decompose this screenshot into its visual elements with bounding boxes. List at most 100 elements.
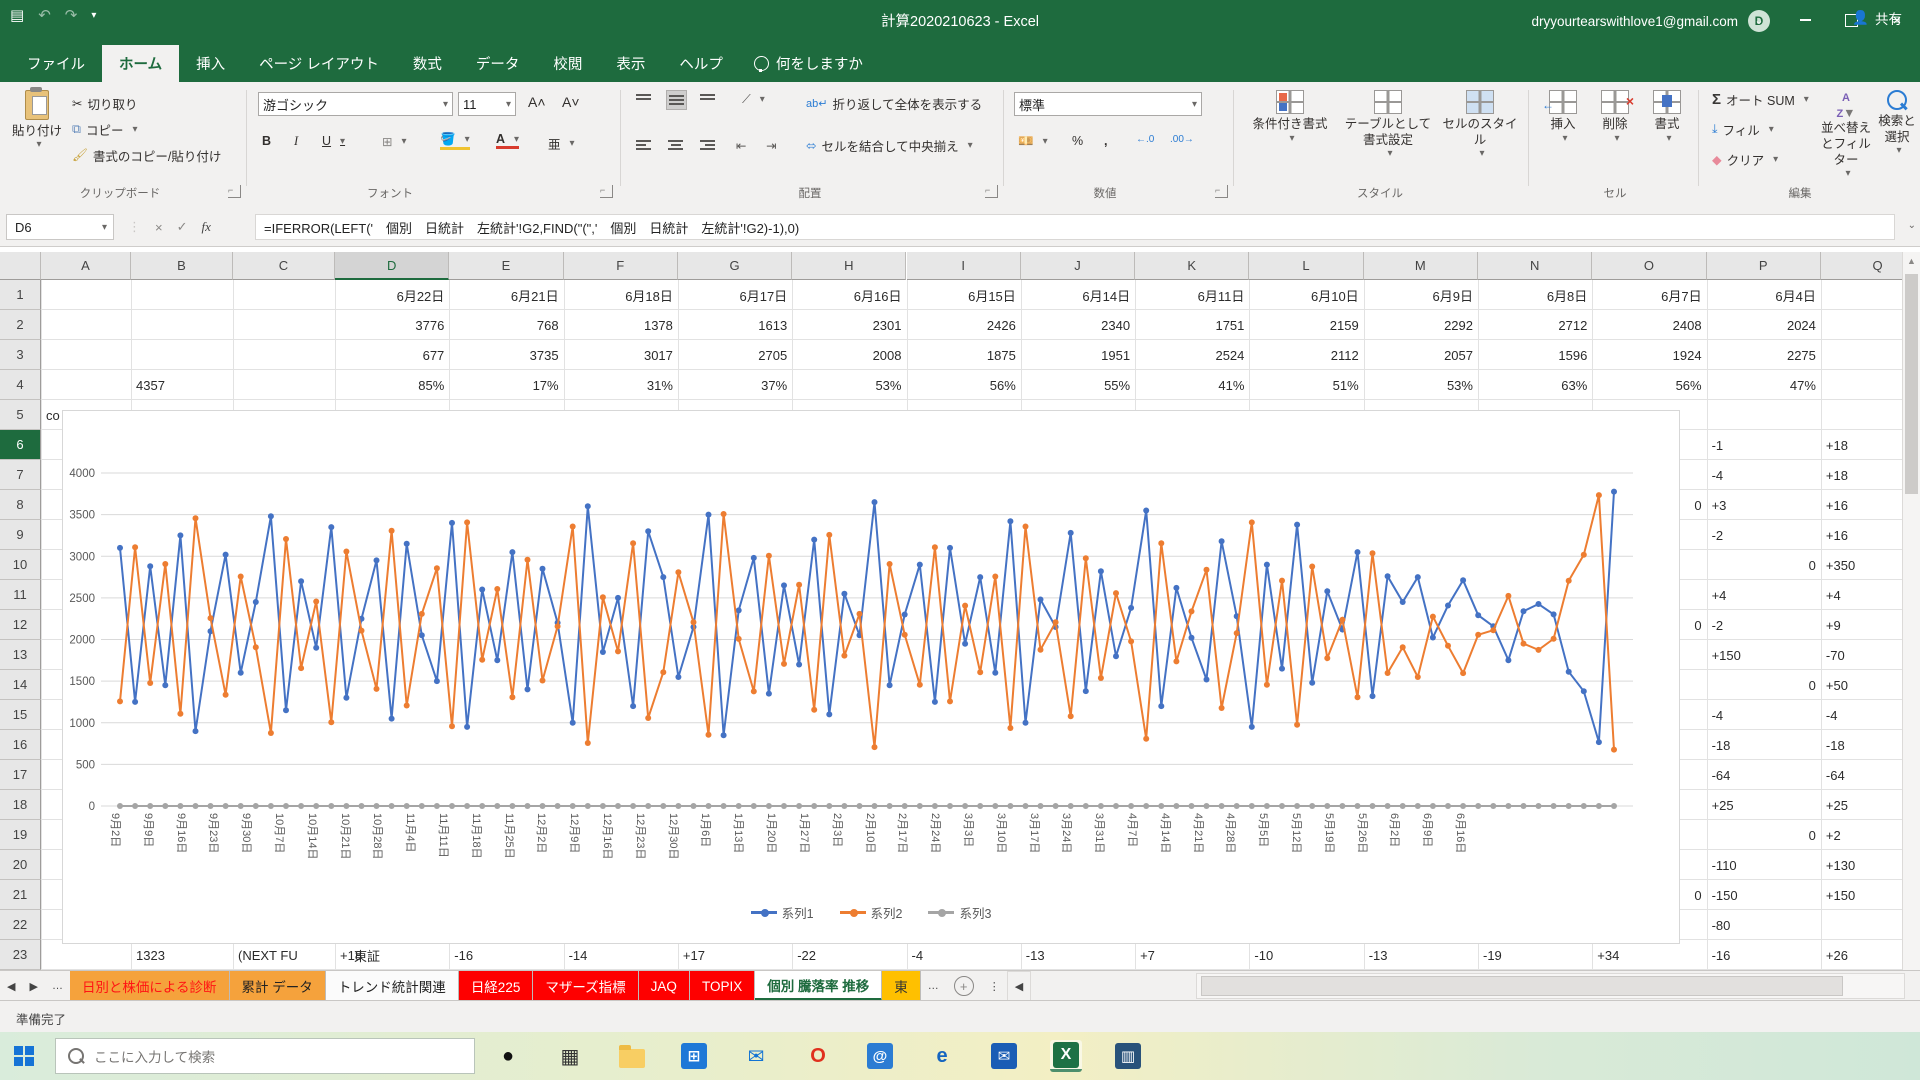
edge-icon[interactable]: e xyxy=(926,1040,958,1072)
ribbon-tab-ホーム[interactable]: ホーム xyxy=(102,45,179,82)
cell-p[interactable]: -110 xyxy=(1707,850,1821,880)
cell-value[interactable]: 2408 xyxy=(1592,310,1706,340)
minimize-button[interactable] xyxy=(1782,0,1828,40)
font-size-combo[interactable]: 11▾ xyxy=(458,92,516,116)
cell-date[interactable]: 6月18日 xyxy=(564,280,678,310)
column-header-H[interactable]: H xyxy=(792,252,906,280)
cell-value[interactable]: 1751 xyxy=(1135,310,1249,340)
start-button[interactable] xyxy=(14,1046,34,1066)
sheet-overflow-right[interactable]: … xyxy=(921,971,946,1001)
cell-row23[interactable]: -16 xyxy=(1707,940,1821,970)
column-header-L[interactable]: L xyxy=(1249,252,1363,280)
cell-date[interactable]: 6月10日 xyxy=(1249,280,1363,310)
cell-value[interactable]: 3735 xyxy=(449,340,563,370)
cell-p[interactable]: -18 xyxy=(1707,730,1821,760)
cell-date[interactable]: 6月22日 xyxy=(335,280,449,310)
sheet-tab-日経225[interactable]: 日経225 xyxy=(459,971,534,1001)
opera-icon[interactable]: O xyxy=(802,1040,834,1072)
cut-button[interactable]: ✂切り取り xyxy=(72,94,138,113)
cell-value[interactable]: 1924 xyxy=(1592,340,1706,370)
phonetic-button[interactable]: 亜▾ xyxy=(548,134,575,153)
cell-p[interactable]: -4 xyxy=(1707,460,1821,490)
italic-button[interactable]: I xyxy=(294,134,298,149)
select-all-corner[interactable] xyxy=(0,252,41,280)
cell-p[interactable]: -1 xyxy=(1707,430,1821,460)
cell-value[interactable]: 2275 xyxy=(1707,340,1821,370)
row-header-18[interactable]: 18 xyxy=(0,790,41,820)
cell-percent[interactable]: 17% xyxy=(449,370,563,400)
orientation-icon[interactable]: ⟋▾ xyxy=(742,92,765,107)
row-header-14[interactable]: 14 xyxy=(0,670,41,700)
cell-percent[interactable]: 53% xyxy=(792,370,906,400)
excel-icon[interactable]: X xyxy=(1050,1040,1082,1072)
row-header-6[interactable]: 6 xyxy=(0,430,41,460)
format-as-table-button[interactable]: テーブルとして書式設定▾ xyxy=(1340,90,1436,161)
cell-percent[interactable]: 85% xyxy=(335,370,449,400)
ribbon-tab-挿入[interactable]: 挿入 xyxy=(179,45,242,82)
bottom-align-icon[interactable] xyxy=(700,92,715,102)
sheet-overflow-left[interactable]: … xyxy=(45,971,70,1001)
column-header-E[interactable]: E xyxy=(449,252,563,280)
conditional-formatting-button[interactable]: 条件付き書式▾ xyxy=(1246,90,1334,145)
row-header-20[interactable]: 20 xyxy=(0,850,41,880)
column-header-D[interactable]: D xyxy=(335,252,449,280)
column-header-P[interactable]: P xyxy=(1707,252,1821,280)
cell-date[interactable]: 6月17日 xyxy=(678,280,792,310)
ribbon-tab-ファイル[interactable]: ファイル xyxy=(10,45,102,82)
legend-item[interactable]: 系列2 xyxy=(840,903,903,922)
cell-value[interactable]: 2301 xyxy=(792,310,906,340)
cell-value[interactable]: 3776 xyxy=(335,310,449,340)
cell-p[interactable]: 0 xyxy=(1707,670,1821,700)
formula-input[interactable]: =IFERROR(LEFT(' 個別 日統計 左統計'!G2,FIND("(",… xyxy=(255,214,1895,240)
new-sheet-button[interactable]: + xyxy=(954,976,974,996)
format-painter-button[interactable]: 🖌書式のコピー/貼り付け xyxy=(72,146,221,165)
cell-date[interactable]: 6月7日 xyxy=(1592,280,1706,310)
scroll-up-icon[interactable]: ▲ xyxy=(1903,252,1920,270)
sheet-nav-right-icon[interactable]: ▶ xyxy=(22,971,44,1001)
cell-percent[interactable]: 56% xyxy=(907,370,1021,400)
taskbar-search[interactable]: ここに入力して検索 xyxy=(55,1038,475,1074)
cell-p[interactable]: +150 xyxy=(1707,640,1821,670)
row-header-10[interactable]: 10 xyxy=(0,550,41,580)
row-header-13[interactable]: 13 xyxy=(0,640,41,670)
paste-button[interactable]: 貼り付け▾ xyxy=(12,90,62,150)
ribbon-display-options-icon[interactable]: ⌄ xyxy=(1736,0,1782,40)
task-view-icon[interactable]: ▦ xyxy=(554,1040,586,1072)
cell-date[interactable]: 6月8日 xyxy=(1478,280,1592,310)
cell-percent[interactable]: 63% xyxy=(1478,370,1592,400)
ribbon-tab-ヘルプ[interactable]: ヘルプ xyxy=(662,45,740,82)
cell-value[interactable]: 677 xyxy=(335,340,449,370)
ribbon-tab-数式[interactable]: 数式 xyxy=(396,45,459,82)
percent-style-icon[interactable]: % xyxy=(1072,134,1083,148)
copy-button[interactable]: ⧉コピー▾ xyxy=(72,120,137,139)
insert-function-icon[interactable]: fx xyxy=(202,219,211,235)
store-icon[interactable]: ⊞ xyxy=(681,1043,707,1069)
cell-value[interactable]: 2024 xyxy=(1707,310,1821,340)
row-header-17[interactable]: 17 xyxy=(0,760,41,790)
cell-percent[interactable]: 53% xyxy=(1364,370,1478,400)
cell-value[interactable]: 2008 xyxy=(792,340,906,370)
cell-p[interactable]: +3 xyxy=(1707,490,1821,520)
top-align-icon[interactable] xyxy=(636,92,651,102)
row-header-5[interactable]: 5 xyxy=(0,400,41,430)
cell-percent[interactable]: 51% xyxy=(1249,370,1363,400)
sheet-tab-日別と株価による診断[interactable]: 日別と株価による診断 xyxy=(70,971,230,1001)
align-center-icon[interactable] xyxy=(668,138,683,152)
row-header-7[interactable]: 7 xyxy=(0,460,41,490)
sheet-tab-個別 騰落率 推移[interactable]: 個別 騰落率 推移 xyxy=(755,971,882,1001)
cell-value[interactable]: 2340 xyxy=(1021,310,1135,340)
ribbon-tab-表示[interactable]: 表示 xyxy=(599,45,662,82)
cell-percent[interactable]: 55% xyxy=(1021,370,1135,400)
sheet-tab-トレンド統計関連[interactable]: トレンド統計関連 xyxy=(326,971,459,1001)
cell-p[interactable]: -2 xyxy=(1707,610,1821,640)
cell-percent[interactable]: 56% xyxy=(1592,370,1706,400)
cell-p[interactable]: 0 xyxy=(1707,550,1821,580)
cell-value[interactable]: 2705 xyxy=(678,340,792,370)
cell-date[interactable]: 6月15日 xyxy=(907,280,1021,310)
row-header-21[interactable]: 21 xyxy=(0,880,41,910)
horizontal-scrollbar-thumb[interactable] xyxy=(1201,976,1843,996)
column-header-M[interactable]: M xyxy=(1364,252,1478,280)
row-header-3[interactable]: 3 xyxy=(0,340,41,370)
cell-date[interactable]: 6月11日 xyxy=(1135,280,1249,310)
cell-date[interactable]: 6月14日 xyxy=(1021,280,1135,310)
